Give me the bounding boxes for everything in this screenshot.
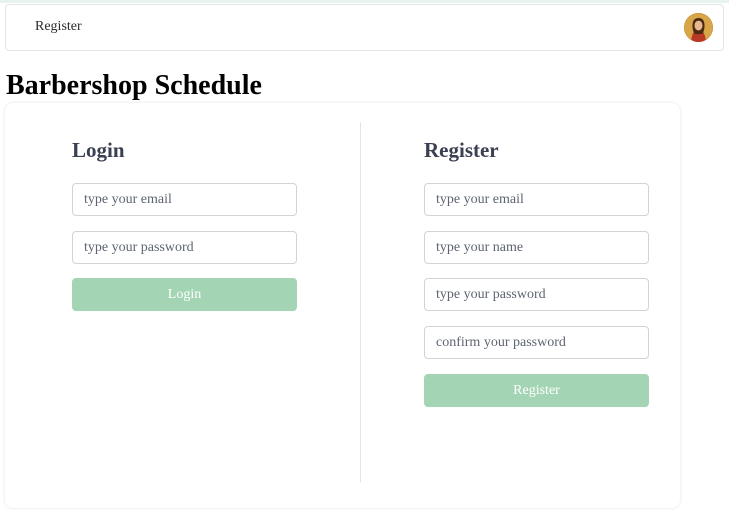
panel-divider	[360, 122, 361, 482]
navbar: Register	[5, 4, 724, 51]
user-avatar-icon[interactable]	[684, 13, 713, 42]
login-password-input[interactable]	[72, 231, 297, 264]
auth-card: Login Login Register Register	[5, 103, 680, 508]
login-email-input[interactable]	[72, 183, 297, 216]
login-title: Login	[72, 138, 125, 162]
register-name-input[interactable]	[424, 231, 649, 264]
register-title: Register	[424, 138, 499, 162]
register-button[interactable]: Register	[424, 374, 649, 407]
avatar-portrait-icon	[684, 13, 713, 42]
top-accent-strip	[0, 0, 729, 3]
nav-register-link[interactable]: Register	[35, 19, 82, 35]
page-title: Barbershop Schedule	[6, 70, 262, 101]
register-email-input[interactable]	[424, 183, 649, 216]
register-confirm-password-input[interactable]	[424, 326, 649, 359]
register-password-input[interactable]	[424, 278, 649, 311]
login-button[interactable]: Login	[72, 278, 297, 311]
